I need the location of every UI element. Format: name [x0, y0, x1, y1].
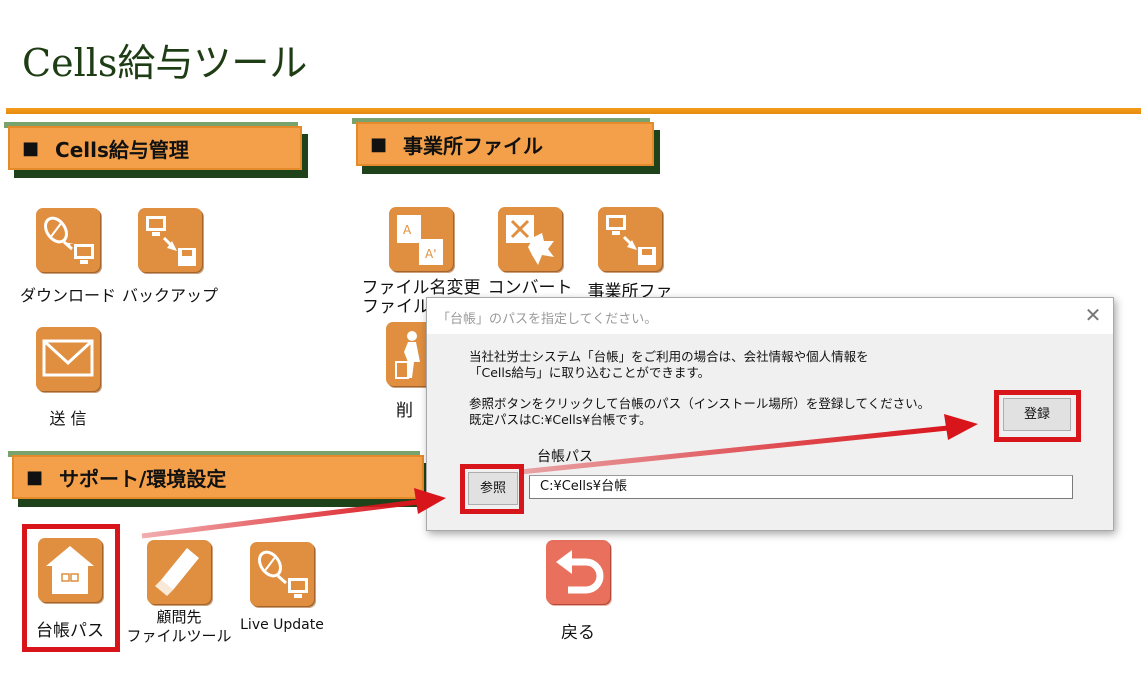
section-title: Cells給与管理	[55, 137, 189, 162]
section-header-support: ■ サポート/環境設定	[8, 451, 430, 507]
title-divider	[6, 108, 1141, 114]
tile-label: 顧問先	[156, 608, 202, 626]
section-header-office: ■ 事業所ファイル	[352, 118, 660, 174]
close-icon[interactable]: ✕	[1081, 303, 1105, 327]
return-arrow-icon	[546, 540, 610, 604]
satellite-to-monitor-icon	[36, 208, 100, 272]
monitor-to-disk-icon	[138, 208, 202, 272]
tile-backup[interactable]: バックアップ	[120, 208, 220, 305]
tile-convert[interactable]: コンバート	[482, 207, 578, 298]
tile-label: 戻る	[561, 623, 595, 643]
bullet-icon: ■	[370, 133, 388, 155]
dialog-message-line: 既定パスはC:¥Cells¥台帳です。	[469, 412, 652, 427]
highlight-browse-button	[460, 464, 524, 514]
tile-label: Live Update	[240, 617, 324, 633]
dialog-title: 「台帳」のパスを指定してください。	[437, 312, 658, 327]
usb-drive-icon	[147, 540, 211, 604]
section-title: サポート/環境設定	[59, 466, 227, 491]
app-title: Cells給与ツール	[22, 41, 308, 85]
highlight-register-button	[994, 390, 1081, 442]
tile-label: コンバート	[487, 278, 573, 298]
header-face: ■ サポート/環境設定	[12, 455, 424, 499]
dialog-message-line: 参照ボタンをクリックして台帳のパス（インストール場所）を登録してください。	[469, 396, 931, 411]
monitor-to-disk-icon	[598, 207, 662, 271]
tile-label: バックアップ	[121, 286, 218, 305]
tile-label: ダウンロード	[19, 286, 116, 305]
section-header-payroll: ■ Cells給与管理	[4, 122, 308, 178]
highlight-ledger-path-tile	[22, 524, 120, 652]
trash-icon	[386, 322, 426, 386]
ledger-path-input[interactable]: C:¥Cells¥台帳	[529, 475, 1073, 499]
tile-back[interactable]: 戻る	[528, 540, 628, 643]
dialog-message-line: 当社社労士システム「台帳」をご利用の場合は、会社情報や個人情報を	[469, 349, 869, 364]
convert-icon	[498, 207, 562, 271]
dialog-titlebar: 「台帳」のパスを指定してください。 ✕	[427, 298, 1113, 334]
tile-client-file-tool[interactable]: 顧問先 ファイルツール	[124, 540, 234, 646]
bullet-icon: ■	[22, 137, 40, 159]
tile-label: 削	[396, 401, 413, 421]
tile-send[interactable]: 送 信	[18, 327, 118, 428]
document-rename-icon: A A'	[389, 207, 453, 271]
satellite-to-monitor-icon	[250, 542, 314, 606]
svg-text:A': A'	[425, 247, 437, 261]
path-label: 台帳パス	[537, 449, 593, 465]
tile-live-update[interactable]: Live Update	[232, 542, 332, 635]
tile-label: 送 信	[49, 409, 87, 428]
header-face: ■ 事業所ファイル	[356, 122, 654, 166]
tile-label: ファイルツール	[126, 627, 232, 645]
tile-delete[interactable]: 削	[386, 322, 426, 421]
tile-label: ファイル名変更	[361, 278, 481, 298]
header-face: ■ Cells給与管理	[8, 126, 302, 170]
svg-text:A: A	[403, 223, 412, 237]
tile-office-file[interactable]: 事業所ファ	[580, 207, 680, 302]
dialog-message-line: 「Cells給与」に取り込むことができます。	[469, 365, 711, 380]
tile-download[interactable]: ダウンロード	[18, 208, 118, 305]
envelope-icon	[36, 327, 100, 391]
bullet-icon: ■	[26, 466, 44, 488]
section-title: 事業所ファイル	[403, 133, 544, 158]
